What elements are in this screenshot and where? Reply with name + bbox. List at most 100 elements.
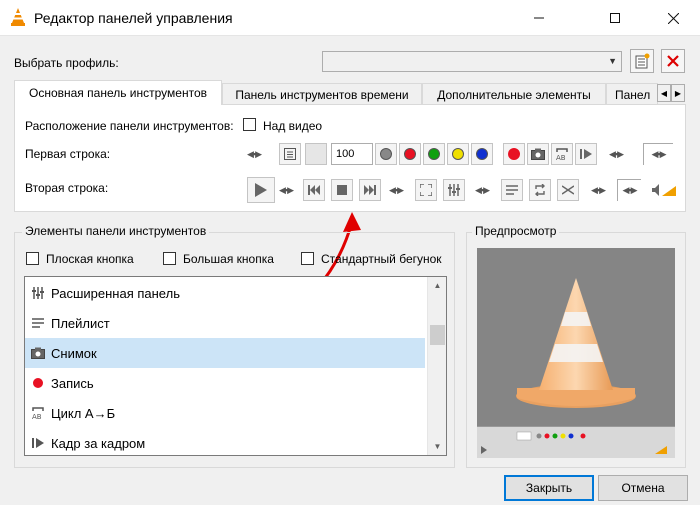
list-item[interactable]: Запись xyxy=(25,368,425,398)
tab-more[interactable]: Панел xyxy=(606,83,658,105)
close-window-button[interactable] xyxy=(650,0,696,36)
spacer-icon[interactable]: ◀▪▶ xyxy=(475,179,490,201)
previous-icon xyxy=(308,185,320,195)
extended-panel-icon xyxy=(448,184,460,196)
profile-select[interactable]: ▼ xyxy=(322,51,622,72)
shuffle-button[interactable] xyxy=(557,179,579,201)
spacer-icon[interactable]: ◀▪▶ xyxy=(247,143,262,165)
flat-button-label: Плоская кнопка xyxy=(46,252,134,266)
stop-button[interactable] xyxy=(331,179,353,201)
big-button-label: Большая кнопка xyxy=(183,252,274,266)
shuffle-icon xyxy=(562,184,574,196)
tab-bar: Основная панель инструментов Панель инст… xyxy=(14,80,686,105)
cancel-button[interactable]: Отмена xyxy=(598,475,688,501)
playlist-icon xyxy=(25,318,51,328)
loop-ab-icon: AB xyxy=(555,147,569,161)
record-icon xyxy=(25,377,51,389)
spacer-icon[interactable]: ◀▪▶ xyxy=(591,179,606,201)
frame-by-frame-icon xyxy=(580,148,592,160)
list-item[interactable]: Кадр за кадром xyxy=(25,428,425,455)
empty-widget[interactable] xyxy=(305,143,327,165)
delete-profile-button[interactable] xyxy=(661,49,685,73)
volume-value: 100 xyxy=(336,148,355,160)
tab-main-toolbar[interactable]: Основная панель инструментов xyxy=(14,80,222,105)
frame-by-frame-button[interactable] xyxy=(575,143,597,165)
volume-widget[interactable] xyxy=(649,179,679,201)
list-item-label: Кадр за кадром xyxy=(51,435,146,451)
list-item[interactable]: Плейлист xyxy=(25,308,425,338)
list-item[interactable]: Расширенная панель xyxy=(25,278,425,308)
record-button[interactable] xyxy=(503,143,525,165)
row2-label: Вторая строка: xyxy=(25,181,109,195)
main-toolbar-panel: Расположение панели инструментов: Над ви… xyxy=(14,104,686,212)
list-item[interactable]: Снимок xyxy=(25,338,425,368)
spacer-icon[interactable]: ◀▪▶ xyxy=(609,143,624,165)
list-item[interactable]: AB Цикл A→Б xyxy=(25,398,425,428)
tab-time-toolbar[interactable]: Панель инструментов времени xyxy=(222,83,422,105)
red-color-button[interactable] xyxy=(399,143,421,165)
expanding-spacer-icon[interactable]: ◀▪▶ xyxy=(643,143,673,165)
loop-ab-icon: AB xyxy=(25,406,51,420)
snapshot-icon xyxy=(25,347,51,359)
scroll-thumb[interactable] xyxy=(430,325,445,345)
new-profile-icon xyxy=(634,53,650,69)
over-video-checkbox[interactable] xyxy=(243,118,256,131)
row1-label: Первая строка: xyxy=(25,147,111,161)
close-button[interactable]: Закрыть xyxy=(504,475,594,501)
window-title: Редактор панелей управления xyxy=(34,10,233,26)
next-icon xyxy=(364,185,376,195)
gray-color-button[interactable] xyxy=(375,143,397,165)
snapshot-button[interactable] xyxy=(527,143,549,165)
green-dot-icon xyxy=(428,148,440,160)
standard-slider-checkbox[interactable] xyxy=(301,252,314,265)
stop-icon xyxy=(337,185,347,195)
chevron-right-icon: ▶ xyxy=(674,88,682,98)
loop-icon xyxy=(534,184,546,196)
tab-scroll-right-button[interactable]: ▶ xyxy=(671,84,685,102)
scroll-down-icon[interactable]: ▼ xyxy=(428,438,446,455)
play-button[interactable] xyxy=(247,177,275,203)
tab-advanced-widgets[interactable]: Дополнительные элементы xyxy=(422,83,606,105)
loop-button[interactable] xyxy=(529,179,551,201)
chevron-left-icon: ◀ xyxy=(660,88,668,98)
maximize-button[interactable] xyxy=(592,0,638,36)
extended-panel-button[interactable] xyxy=(443,179,465,201)
yellow-dot-icon xyxy=(452,148,464,160)
toolbar-elements-list[interactable]: Расширенная панель Плейлист Снимок Запис… xyxy=(24,276,447,456)
big-button-checkbox[interactable] xyxy=(163,252,176,265)
previous-button[interactable] xyxy=(303,179,325,201)
menu-icon[interactable] xyxy=(279,143,301,165)
snapshot-icon xyxy=(531,148,545,160)
green-color-button[interactable] xyxy=(423,143,445,165)
over-video-label: Над видео xyxy=(263,119,323,133)
yellow-color-button[interactable] xyxy=(447,143,469,165)
preview-area xyxy=(477,248,675,458)
list-item-label: Плейлист xyxy=(51,315,110,331)
title-bar: Редактор панелей управления xyxy=(0,0,700,36)
tab-scroll-left-button[interactable]: ◀ xyxy=(657,84,671,102)
new-profile-button[interactable] xyxy=(630,49,654,73)
list-item-label: Запись xyxy=(51,375,94,391)
list-item-label: Расширенная панель xyxy=(51,285,180,301)
maximize-icon xyxy=(610,13,620,23)
list-scrollbar[interactable]: ▲ ▼ xyxy=(427,277,446,455)
fullscreen-button[interactable] xyxy=(415,179,437,201)
next-button[interactable] xyxy=(359,179,381,201)
gray-dot-icon xyxy=(380,148,392,160)
loop-ab-button[interactable]: AB xyxy=(551,143,573,165)
volume-spinbox[interactable]: 100 xyxy=(331,143,373,165)
vlc-cone-image xyxy=(477,278,675,458)
blue-color-button[interactable] xyxy=(471,143,493,165)
spacer-icon[interactable]: ◀▪▶ xyxy=(279,179,294,201)
toolbar-elements-title: Элементы панели инструментов xyxy=(22,224,210,238)
spacer-icon[interactable]: ◀▪▶ xyxy=(389,179,404,201)
minimize-button[interactable] xyxy=(516,0,562,36)
scroll-up-icon[interactable]: ▲ xyxy=(428,277,446,294)
expanding-spacer-icon[interactable]: ◀▪▶ xyxy=(617,179,641,201)
minimize-icon xyxy=(534,13,544,23)
list-item-label: Снимок xyxy=(51,345,97,361)
delete-icon xyxy=(666,54,680,68)
record-icon xyxy=(508,148,520,160)
playlist-button[interactable] xyxy=(501,179,523,201)
flat-button-checkbox[interactable] xyxy=(26,252,39,265)
